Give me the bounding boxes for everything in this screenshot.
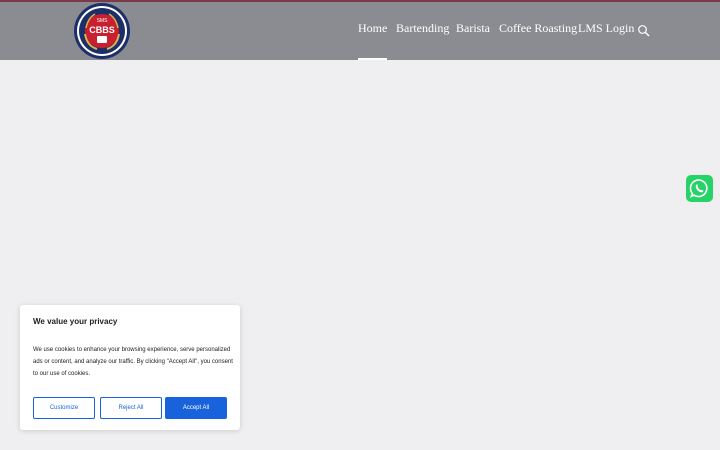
nav-item-lms-login[interactable]: LMS Login xyxy=(578,21,634,36)
accept-all-button[interactable]: Accept All xyxy=(165,397,227,419)
nav-item-home[interactable]: Home xyxy=(358,21,388,60)
nav-item-barista[interactable]: Barista xyxy=(456,21,490,36)
nav-item-coffee-roasting[interactable]: Coffee Roasting xyxy=(499,21,577,36)
whatsapp-icon xyxy=(689,179,708,198)
cookie-consent-banner: We value your privacy We use cookies to … xyxy=(20,305,240,430)
whatsapp-button[interactable] xyxy=(686,175,713,202)
nav-item-bartending[interactable]: Bartending xyxy=(396,21,449,36)
reject-all-button[interactable]: Reject All xyxy=(100,397,162,419)
search-icon[interactable] xyxy=(637,24,651,38)
customize-button[interactable]: Customize xyxy=(33,397,95,419)
main-navigation: Home Bartending Barista Coffee Roasting … xyxy=(0,0,720,60)
cookie-banner-title: We value your privacy xyxy=(33,317,118,326)
cookie-banner-text: We use cookies to enhance your browsing … xyxy=(33,347,233,377)
